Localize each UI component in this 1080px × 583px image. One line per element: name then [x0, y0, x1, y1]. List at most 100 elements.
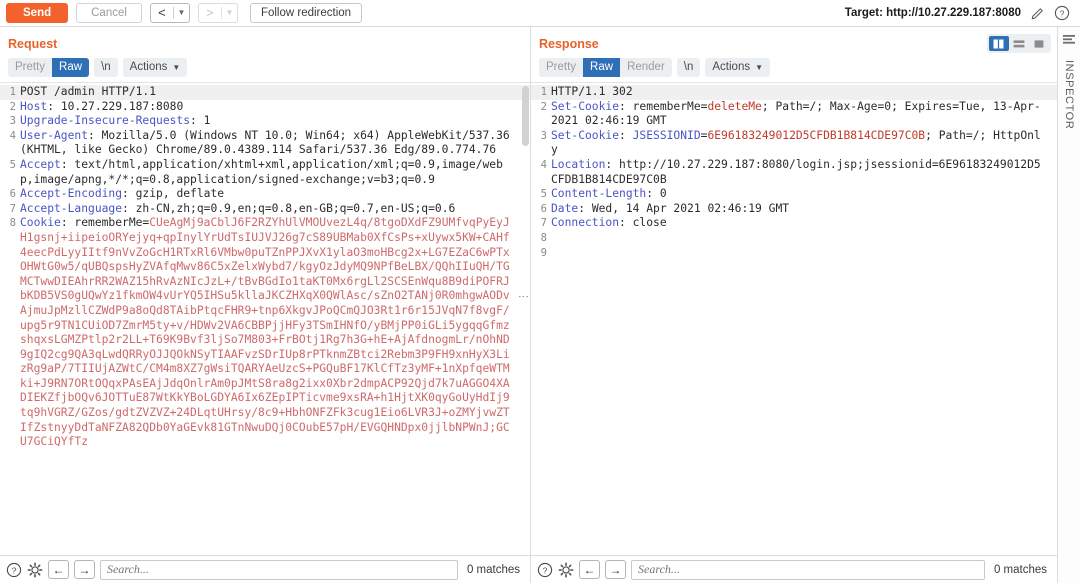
line-text: Host: 10.27.229.187:8080 [20, 100, 530, 115]
send-button[interactable]: Send [6, 3, 69, 23]
code-line: 4 Location: http://10.27.229.187:8080/log… [531, 158, 1057, 187]
token-hdr-val: : http://10.27.229.187:8080/login.jsp;js… [551, 157, 1041, 186]
token-hdr-name: Host [20, 99, 48, 113]
line-text: Location: http://10.27.229.187:8080/logi… [551, 158, 1057, 187]
chevron-down-icon[interactable]: ▼ [222, 4, 237, 22]
line-number: 3 [540, 129, 547, 142]
split-horizontal-view-button[interactable] [1009, 36, 1029, 51]
request-pane-head: Request [0, 27, 530, 58]
layers-icon[interactable] [1062, 33, 1076, 50]
search-prev-button[interactable]: ← [579, 560, 600, 579]
request-title: Request [8, 37, 58, 51]
response-editor[interactable]: 1 HTTP/1.1 302 2 Set-Cookie: rememberMe=del… [531, 82, 1057, 555]
chevron-down-icon[interactable]: ▼ [174, 4, 189, 22]
newline-chip-response[interactable]: \n [676, 58, 701, 77]
line-text: Accept-Language: zh-CN,zh;q=0.9,en;q=0.8… [20, 202, 530, 217]
token-res-val: 6E96183249012D5CFDB1B814CDE97C0B [707, 128, 926, 142]
token-hdr-name: Content-Length [551, 187, 647, 201]
question-circle-icon[interactable]: ? [1054, 5, 1070, 21]
svg-text:?: ? [543, 565, 548, 575]
tab-raw-response[interactable]: Raw [583, 58, 621, 77]
line-text: HTTP/1.1 302 [551, 85, 1057, 100]
tab-pretty-request[interactable]: Pretty [8, 58, 52, 77]
chevron-left-icon[interactable]: < [151, 4, 173, 22]
request-editor[interactable]: 1 POST /admin HTTP/1.1 2 Host: 10.27.229.18… [0, 82, 530, 555]
gear-icon[interactable] [27, 562, 43, 578]
token-hdr-name: Set-Cookie [551, 99, 620, 113]
response-title: Response [539, 37, 599, 51]
inspector-label[interactable]: INSPECTOR [1063, 60, 1075, 129]
token-hdr-val: : close [619, 216, 667, 230]
code-line: 2 Host: 10.27.229.187:8080 [0, 100, 530, 115]
token-hdr-val: : 10.27.229.187:8080 [47, 99, 184, 113]
actions-menu-request[interactable]: Actions ▼ [122, 58, 188, 77]
request-view-tabs: Pretty Raw [8, 58, 90, 77]
cancel-button[interactable]: Cancel [76, 3, 142, 23]
token-hdr-val: : Mozilla/5.0 (Windows NT 10.0; Win64; x… [20, 128, 517, 157]
actions-menu-response[interactable]: Actions ▼ [705, 58, 771, 77]
toolbar-right-group: Target: http://10.27.229.187:8080 ? [845, 5, 1074, 21]
tab-pretty-response[interactable]: Pretty [539, 58, 583, 77]
search-next-button[interactable]: → [74, 560, 95, 579]
layout-view-toggles [987, 34, 1051, 53]
history-forward-group[interactable]: > ▼ [197, 3, 238, 23]
code-line: 7 Accept-Language: zh-CN,zh;q=0.9,en;q=0.… [0, 202, 530, 217]
question-circle-icon[interactable]: ? [6, 562, 22, 578]
search-next-button[interactable]: → [605, 560, 626, 579]
newline-chip-request[interactable]: \n [94, 58, 118, 77]
split-vertical-view-button[interactable] [989, 36, 1009, 51]
request-scrollbar[interactable] [521, 83, 530, 555]
token-hdr-val: : rememberMe= [619, 99, 708, 113]
token-hdr-name: Connection [551, 216, 620, 230]
search-prev-button[interactable]: ← [48, 560, 69, 579]
line-number: 3 [9, 115, 16, 128]
svg-text:?: ? [12, 565, 17, 575]
token-hdr-name: JSESSIONID [632, 128, 701, 142]
actions-label-response: Actions [712, 61, 751, 73]
request-code[interactable]: 1 POST /admin HTTP/1.1 2 Host: 10.27.229.18… [0, 83, 530, 450]
tab-render-response[interactable]: Render [620, 58, 672, 77]
search-input-response[interactable] [631, 559, 985, 580]
line-number: 5 [9, 158, 16, 171]
single-pane-view-button[interactable] [1029, 36, 1049, 51]
code-line: 3 Set-Cookie: JSESSIONID=6E96183249012D5C… [531, 129, 1057, 158]
response-code[interactable]: 1 HTTP/1.1 302 2 Set-Cookie: rememberMe=del… [531, 83, 1057, 260]
line-text: User-Agent: Mozilla/5.0 (Windows NT 10.0… [20, 129, 530, 158]
tab-raw-request[interactable]: Raw [52, 58, 90, 77]
code-line: 1 HTTP/1.1 302 [531, 85, 1057, 100]
request-match-count: 0 matches [466, 563, 520, 576]
gear-icon[interactable] [558, 562, 574, 578]
line-number: 9 [540, 246, 547, 259]
line-number: 6 [9, 188, 16, 201]
follow-redirection-button[interactable]: Follow redirection [249, 3, 363, 23]
chevron-down-icon: ▼ [755, 63, 764, 72]
panes-column: Request Pretty Raw \n Actions ▼ 1 POST /… [0, 27, 1057, 583]
code-line: 3 Upgrade-Insecure-Requests: 1 [0, 114, 530, 129]
response-searchbar: ? ← → Search... 0 matches [531, 555, 1057, 583]
line-number: 7 [9, 202, 16, 215]
code-line: 5 Accept: text/html,application/xhtml+xml… [0, 158, 530, 187]
line-text: Set-Cookie: JSESSIONID=6E96183249012D5CF… [551, 129, 1057, 158]
chevron-down-icon: ▼ [172, 63, 181, 72]
line-number: 8 [540, 231, 547, 244]
burp-repeater-window: Send Cancel < ▼ > ▼ Follow redirection T… [0, 0, 1080, 583]
line-number: 7 [540, 217, 547, 230]
token-cookie-val: CUeAgMj9aCblJ6F2RZYhUlVMOUvezL4q/8tgoDXd… [20, 216, 510, 449]
history-back-group[interactable]: < ▼ [149, 3, 190, 23]
token-plain: POST /admin HTTP/1.1 [20, 85, 157, 98]
request-response-split: Request Pretty Raw \n Actions ▼ 1 POST /… [0, 27, 1057, 583]
actions-label-request: Actions [129, 61, 168, 73]
line-number: 1 [531, 85, 551, 100]
token-res-val: deleteMe [707, 99, 762, 113]
pencil-icon[interactable] [1030, 6, 1045, 21]
inspector-rail[interactable]: INSPECTOR [1057, 27, 1080, 583]
request-scroll-thumb[interactable] [522, 86, 529, 146]
question-circle-icon[interactable]: ? [537, 562, 553, 578]
chevron-right-icon[interactable]: > [199, 4, 221, 22]
request-tabbar: Pretty Raw \n Actions ▼ [0, 58, 530, 82]
line-number: 4 [9, 129, 16, 142]
token-hdr-name: Accept-Encoding [20, 187, 123, 201]
search-input-request[interactable] [100, 559, 458, 580]
line-number: 4 [540, 158, 547, 171]
line-number: 8 [9, 217, 16, 230]
